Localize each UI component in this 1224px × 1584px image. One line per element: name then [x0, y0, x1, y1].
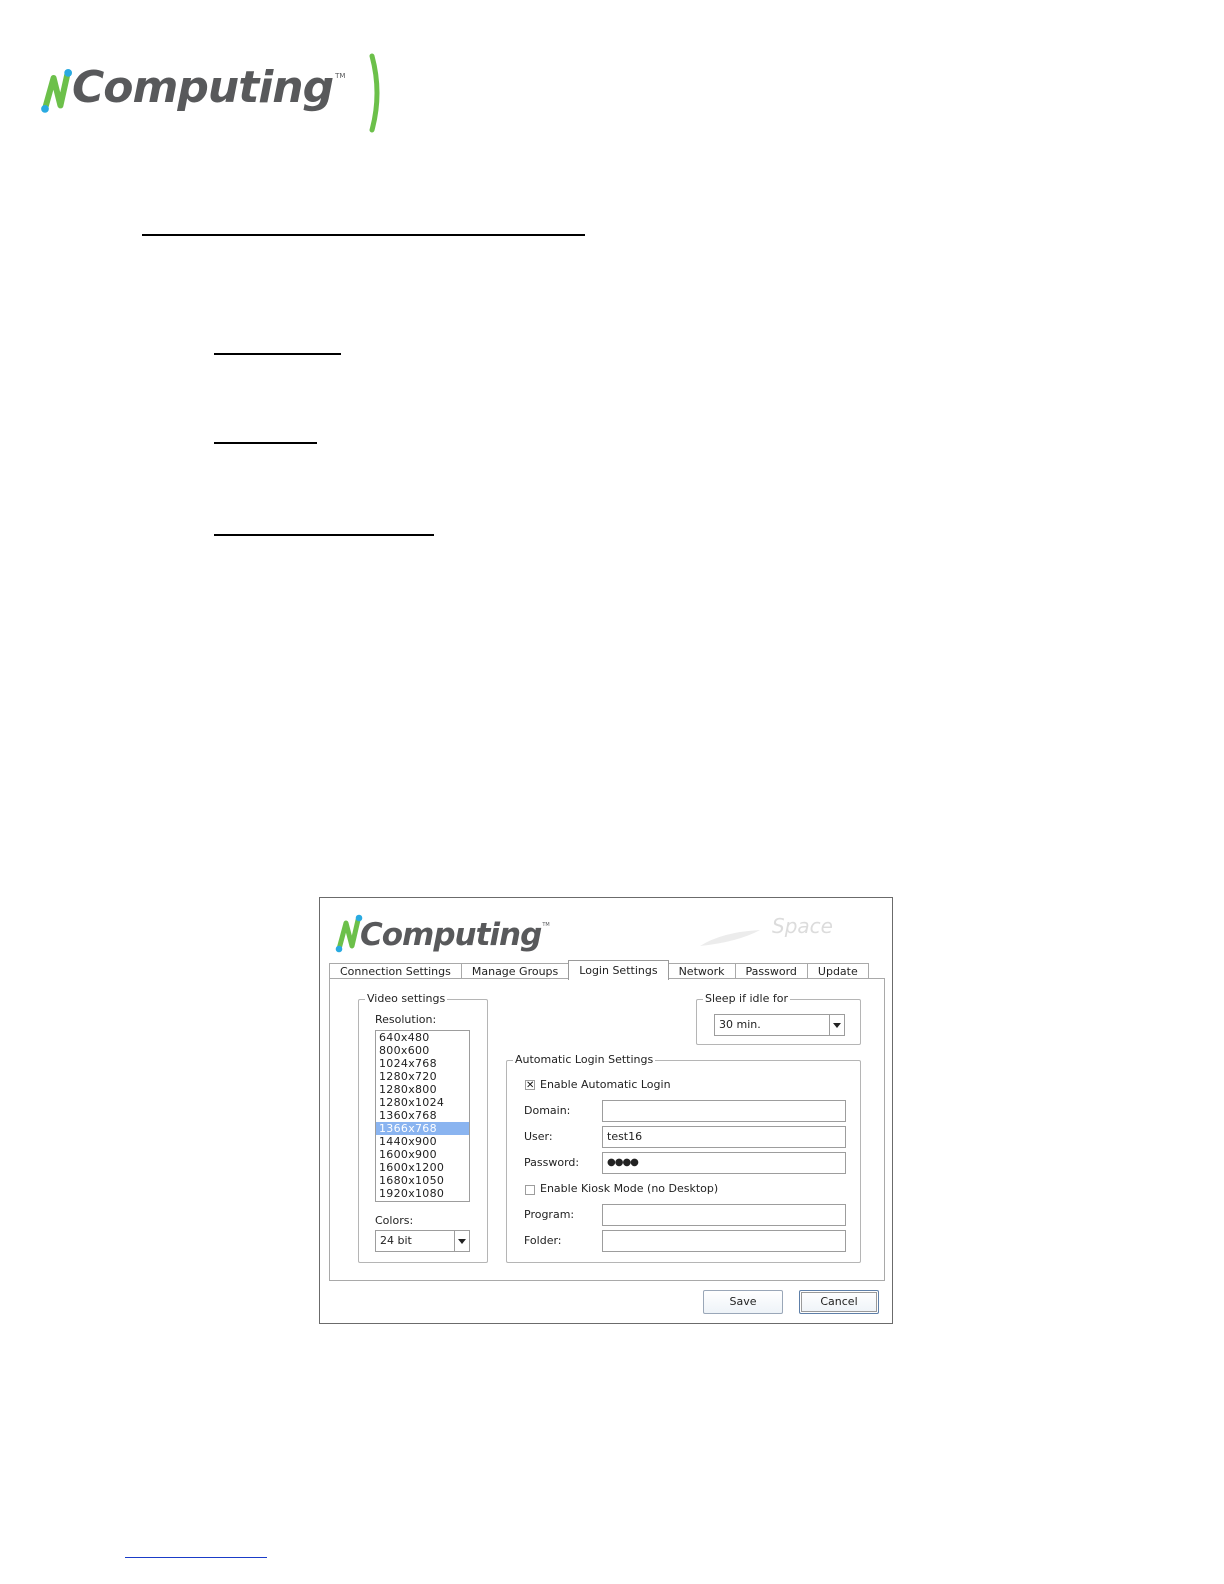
dialog-logo-text: Computing — [360, 917, 542, 953]
video-settings-group: Video settings Resolution: 640x480 800x6… — [358, 992, 488, 1263]
resolution-item[interactable]: 1920x1080 — [376, 1187, 469, 1200]
subheading-underline-3 — [214, 534, 434, 536]
user-label: User: — [524, 1130, 553, 1143]
user-field[interactable]: test16 — [602, 1126, 846, 1148]
resolution-item[interactable]: 1280x720 — [376, 1070, 469, 1083]
chevron-down-icon[interactable] — [829, 1015, 844, 1035]
enable-kiosk-mode-checkbox[interactable] — [525, 1185, 535, 1195]
resolution-item[interactable]: 1360x768 — [376, 1109, 469, 1122]
folder-label: Folder: — [524, 1234, 562, 1247]
cancel-button[interactable]: Cancel — [799, 1290, 879, 1314]
dialog-ncomputing-logo: Computing TM — [334, 912, 550, 954]
enable-kiosk-mode-label: Enable Kiosk Mode (no Desktop) — [540, 1182, 719, 1195]
chevron-down-icon[interactable] — [454, 1231, 469, 1251]
settings-dialog: Computing TM Space Connection Settings M… — [319, 897, 893, 1324]
logo-text: Computing — [72, 62, 334, 113]
space-watermark: Space — [772, 914, 833, 938]
resolution-list[interactable]: 640x480 800x600 1024x768 1280x720 1280x8… — [375, 1030, 470, 1202]
video-settings-title: Video settings — [365, 992, 448, 1006]
logo-trademark: TM — [335, 72, 346, 80]
resolution-item[interactable]: 640x480 — [376, 1031, 469, 1044]
resolution-item-selected[interactable]: 1366x768 — [376, 1122, 469, 1135]
colors-select-value: 24 bit — [380, 1234, 412, 1247]
sleep-select-value: 30 min. — [719, 1018, 761, 1031]
resolution-item[interactable]: 1280x1024 — [376, 1096, 469, 1109]
enable-automatic-login-label: Enable Automatic Login — [540, 1078, 671, 1091]
colors-select[interactable]: 24 bit — [375, 1230, 470, 1252]
password-field[interactable]: ●●●● — [602, 1152, 846, 1174]
automatic-login-group: Automatic Login Settings ✕ Enable Automa… — [506, 1053, 861, 1263]
resolution-item[interactable]: 1024x768 — [376, 1057, 469, 1070]
resolution-item[interactable]: 1600x1200 — [376, 1161, 469, 1174]
resolution-item[interactable]: 1280x800 — [376, 1083, 469, 1096]
subheading-underline-2 — [214, 442, 317, 444]
program-field[interactable] — [602, 1204, 846, 1226]
tab-bar: Connection Settings Manage Groups Login … — [329, 960, 869, 980]
domain-field[interactable] — [602, 1100, 846, 1122]
colors-label: Colors: — [375, 1214, 414, 1227]
resolution-item[interactable]: 1680x1050 — [376, 1174, 469, 1187]
resolution-item[interactable]: 800x600 — [376, 1044, 469, 1057]
green-bracket-decoration — [369, 53, 380, 133]
program-label: Program: — [524, 1208, 575, 1221]
feather-watermark-icon — [700, 930, 760, 946]
sleep-group: Sleep if idle for 30 min. — [696, 992, 861, 1045]
sleep-select[interactable]: 30 min. — [714, 1014, 845, 1036]
automatic-login-title: Automatic Login Settings — [513, 1053, 656, 1067]
resolution-item[interactable]: 1440x900 — [376, 1135, 469, 1148]
ncomputing-logo: Computing TM — [38, 62, 345, 114]
domain-label: Domain: — [524, 1104, 571, 1117]
save-button[interactable]: Save — [703, 1290, 783, 1314]
sleep-title: Sleep if idle for — [703, 992, 790, 1006]
enable-automatic-login-checkbox[interactable]: ✕ — [525, 1080, 535, 1091]
folder-field[interactable] — [602, 1230, 846, 1252]
tab-login-settings[interactable]: Login Settings — [568, 960, 669, 980]
subheading-underline-1 — [214, 353, 341, 355]
ncomputing-n-icon — [41, 69, 72, 113]
login-settings-panel: Video settings Resolution: 640x480 800x6… — [329, 978, 885, 1281]
dialog-logo-trademark: TM — [542, 922, 550, 928]
resolution-item[interactable]: 1600x900 — [376, 1148, 469, 1161]
resolution-label: Resolution: — [375, 1013, 437, 1026]
footer-link-underline[interactable] — [125, 1557, 267, 1558]
section-heading-underline — [142, 234, 585, 236]
password-label: Password: — [524, 1156, 580, 1169]
